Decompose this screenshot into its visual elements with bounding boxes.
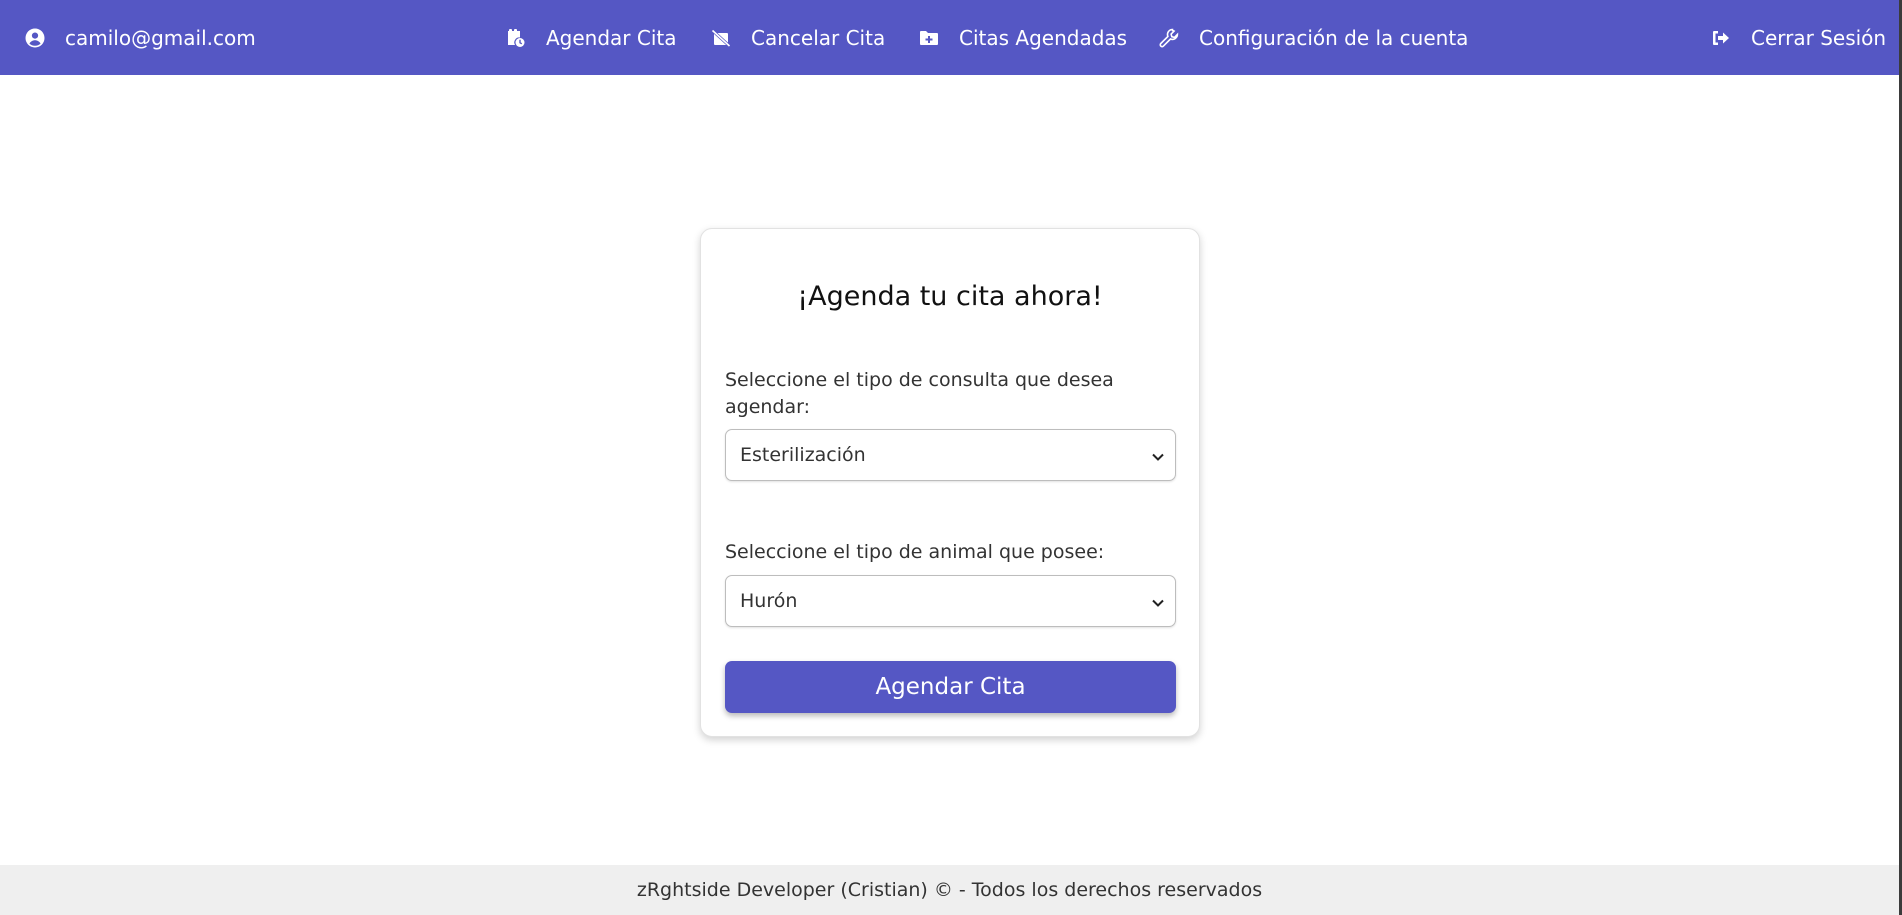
animal-type-label: Seleccione el tipo de animal que posee:	[725, 541, 1105, 563]
animal-type-select[interactable]: Hurón	[725, 575, 1176, 627]
user-account: camilo@gmail.com	[25, 0, 256, 75]
logout-label: Cerrar Sesión	[1751, 25, 1887, 50]
chevron-down-icon	[1151, 447, 1165, 461]
logout-button[interactable]: Cerrar Sesión	[1711, 0, 1886, 75]
consulta-type-select[interactable]: Esterilización	[725, 429, 1176, 481]
top-navbar: camilo@gmail.com Agendar Cita Cancelar C…	[0, 0, 1899, 75]
nav-agendar-cita-label: Agendar Cita	[546, 25, 677, 50]
page: camilo@gmail.com Agendar Cita Cancelar C…	[0, 0, 1902, 915]
animal-type-value: Hurón	[740, 590, 798, 612]
form-title: ¡Agenda tu cita ahora!	[797, 281, 1103, 312]
nav-configuracion-label: Configuración de la cuenta	[1199, 25, 1469, 50]
calendar-clock-icon	[506, 28, 526, 48]
consulta-type-value: Esterilización	[740, 444, 866, 466]
footer-copyright: zRghtside Developer (Cristian) © - Todos…	[636, 879, 1263, 901]
nav-configuracion[interactable]: Configuración de la cuenta	[1159, 0, 1468, 75]
agendar-cita-submit-button[interactable]: Agendar Cita	[725, 661, 1176, 713]
wrench-icon	[1159, 28, 1179, 48]
nav-citas-agendadas[interactable]: Citas Agendadas	[919, 0, 1127, 75]
folder-plus-icon	[919, 28, 939, 48]
calendar-slash-icon	[711, 28, 731, 48]
user-circle-icon	[25, 28, 45, 48]
nav-cancelar-cita-label: Cancelar Cita	[751, 25, 886, 50]
user-email: camilo@gmail.com	[65, 25, 256, 50]
sign-out-icon	[1711, 28, 1731, 48]
chevron-down-icon	[1151, 593, 1165, 607]
nav-citas-agendadas-label: Citas Agendadas	[959, 25, 1128, 50]
nav-agendar-cita[interactable]: Agendar Cita	[506, 0, 677, 75]
consulta-type-label: Seleccione el tipo de consulta que desea…	[725, 369, 1114, 418]
appointment-form-card: ¡Agenda tu cita ahora! Seleccione el tip…	[700, 228, 1200, 737]
nav-cancelar-cita[interactable]: Cancelar Cita	[711, 0, 885, 75]
footer: zRghtside Developer (Cristian) © - Todos…	[0, 865, 1899, 915]
